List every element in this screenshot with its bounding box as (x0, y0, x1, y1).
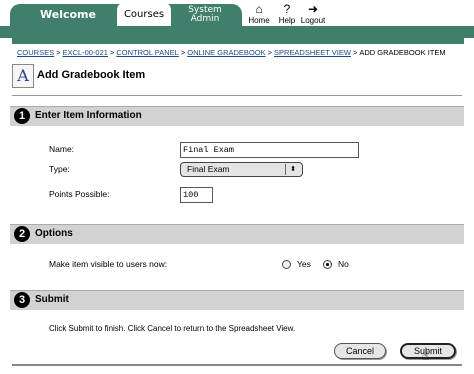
cancel-button[interactable]: Cancel (334, 343, 386, 359)
tab-welcome[interactable]: Welcome (20, 4, 116, 26)
section-enter-item-information: 1 Enter Item Information (10, 106, 464, 126)
section-title: Enter Item Information (35, 110, 142, 121)
home-icon: ⌂ (255, 2, 263, 16)
breadcrumb: COURSES > EXCL-00-021 > CONTROL PANEL > ONLINE… (17, 48, 469, 57)
name-field[interactable] (180, 142, 359, 158)
type-select-value: Final Exam (187, 164, 230, 174)
logout-link[interactable]: ➜ Logout (296, 2, 330, 28)
visible-no-label: No (338, 259, 349, 269)
step-number: 1 (14, 108, 30, 124)
visible-yes-radio[interactable] (282, 260, 291, 269)
tab-system-admin[interactable]: System Admin (175, 4, 235, 26)
visible-to-users-label: Make item visible to users now: (49, 259, 168, 269)
breadcrumb-separator: > (352, 48, 358, 57)
breadcrumb-separator: > (56, 48, 61, 57)
logout-label: Logout (300, 16, 326, 25)
page-header: A Add Gradebook Item (10, 62, 464, 88)
type-label: Type: (49, 164, 70, 174)
section-title: Options (35, 228, 73, 239)
section-submit: 3 Submit (10, 290, 464, 310)
breadcrumb-spreadsheet-view[interactable]: SPREADSHEET VIEW (274, 48, 351, 57)
section-options: 2 Options (10, 224, 464, 244)
home-label: Home (248, 16, 270, 25)
gradebook-item-icon: A (12, 64, 34, 88)
breadcrumb-separator: > (109, 48, 115, 57)
tab-courses[interactable]: Courses (117, 2, 171, 28)
home-link[interactable]: ⌂ Home (244, 2, 274, 28)
page-title: Add Gradebook Item (37, 69, 146, 81)
points-possible-label: Points Possible: (49, 189, 110, 199)
breadcrumb-online-gradebook[interactable]: ONLINE GRADEBOOK (187, 48, 265, 57)
hand-cursor-icon: ☝ (422, 349, 430, 363)
breadcrumb-separator: > (180, 48, 186, 57)
visible-yes-label: Yes (297, 259, 311, 269)
section-title: Submit (35, 294, 69, 305)
nav-underline (12, 38, 464, 44)
step-number: 3 (14, 292, 30, 308)
top-icons: ⌂ Home ? Help ➜ Logout (244, 2, 334, 28)
submit-instructions: Click Submit to finish. Click Cancel to … (49, 324, 296, 333)
breadcrumb-separator: > (267, 48, 272, 57)
nav-bar (0, 26, 474, 38)
name-label: Name: (49, 144, 75, 154)
breadcrumb-courses[interactable]: COURSES (17, 48, 54, 57)
bottom-divider (12, 364, 462, 366)
updown-arrows-icon: ⬍ (285, 164, 300, 175)
breadcrumb-course[interactable]: EXCL-00-021 (62, 48, 107, 57)
divider (12, 95, 462, 96)
step-number: 2 (14, 226, 30, 242)
tab-system-admin-line2: Admin (190, 14, 220, 24)
breadcrumb-current: ADD GRADEBOOK ITEM (359, 48, 446, 57)
type-select[interactable]: Final Exam ⬍ (180, 162, 303, 177)
logout-icon: ➜ (307, 2, 319, 16)
visible-no-radio[interactable] (323, 260, 332, 269)
points-possible-field[interactable] (180, 187, 213, 203)
help-label: Help (278, 16, 296, 25)
breadcrumb-control-panel[interactable]: CONTROL PANEL (116, 48, 179, 57)
